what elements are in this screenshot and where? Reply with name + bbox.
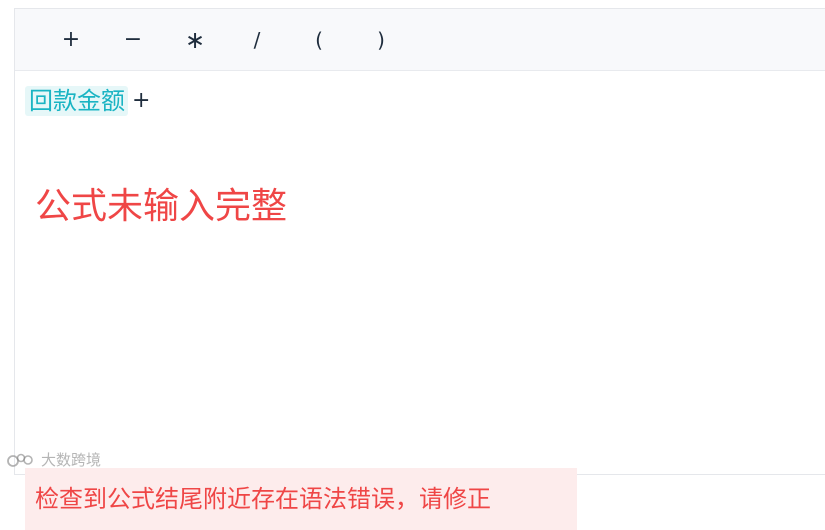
field-token[interactable]: 回款金额 — [25, 86, 128, 116]
watermark-logo-icon — [7, 453, 33, 467]
incomplete-formula-message: 公式未输入完整 — [35, 186, 288, 227]
formula-editor: + − ∗ / ( ) 回款金额 + 公式未输入完整 检查到公式结尾附近存在语法… — [14, 8, 825, 530]
divide-operator-button[interactable]: / — [239, 21, 275, 59]
operator-toolbar: + − ∗ / ( ) — [15, 9, 825, 71]
multiply-operator-button[interactable]: ∗ — [177, 21, 213, 59]
watermark-text: 大数跨境 — [41, 451, 102, 469]
syntax-error-banner: 检查到公式结尾附近存在语法错误，请修正 — [25, 468, 577, 530]
formula-expression: 回款金额 + — [25, 85, 150, 117]
right-paren-button[interactable]: ) — [363, 21, 399, 59]
plus-operator-button[interactable]: + — [53, 21, 89, 59]
formula-input-area[interactable]: 回款金额 + 公式未输入完整 检查到公式结尾附近存在语法错误，请修正 — [15, 71, 825, 530]
watermark: 大数跨境 — [6, 450, 101, 470]
left-paren-button[interactable]: ( — [301, 21, 337, 59]
operator-token: + — [132, 88, 151, 113]
minus-operator-button[interactable]: − — [115, 21, 151, 59]
